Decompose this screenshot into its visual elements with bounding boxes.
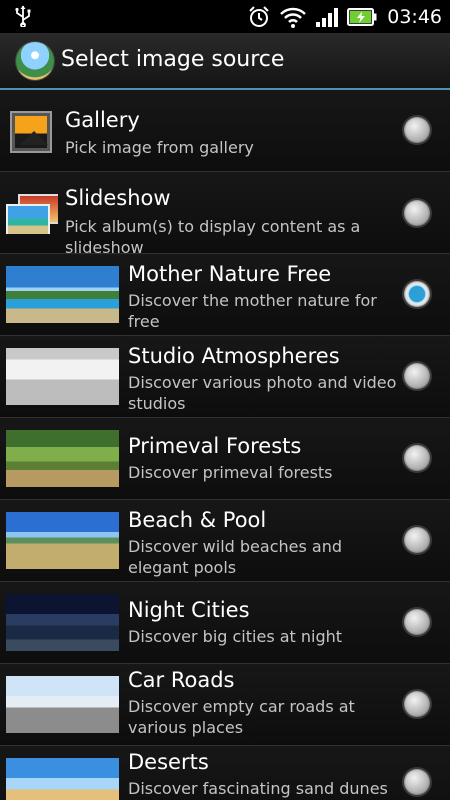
source-description: Discover fascinating sand dunes	[128, 779, 388, 798]
wifi-icon	[280, 7, 307, 28]
radio-button[interactable]	[404, 445, 430, 471]
source-title: Mother Nature Free	[128, 262, 332, 286]
source-description: Discover big cities at night	[128, 627, 343, 646]
forest-thumbnail	[6, 430, 119, 487]
usb-icon	[15, 5, 31, 27]
mother-nature-thumbnail	[6, 266, 119, 323]
signal-icon	[316, 7, 339, 27]
source-item-gallery[interactable]: Gallery Pick image from gallery	[0, 90, 450, 172]
dialog-title: Select image source	[61, 47, 285, 72]
gallery-icon	[10, 111, 52, 153]
source-description: Discover various photo and video studios	[128, 373, 397, 413]
source-item-slideshow[interactable]: Slideshow Pick album(s) to display conte…	[0, 172, 450, 257]
studio-thumbnail	[6, 348, 119, 405]
source-description: Pick album(s) to display content as a sl…	[65, 217, 361, 257]
title-bar: Select image source	[0, 33, 450, 90]
slideshow-icon	[6, 194, 58, 234]
source-description: Discover the mother nature for free	[128, 291, 377, 331]
source-title: Slideshow	[65, 186, 171, 210]
radio-button[interactable]	[404, 691, 430, 717]
source-description: Discover empty car roads at various plac…	[128, 697, 355, 737]
source-item-deserts[interactable]: Deserts Discover fascinating sand dunes	[0, 746, 450, 800]
source-description: Discover primeval forests	[128, 463, 333, 482]
source-item-beach-pool[interactable]: Beach & Pool Discover wild beaches and e…	[0, 500, 450, 582]
source-item-studio-atmospheres[interactable]: Studio Atmospheres Discover various phot…	[0, 336, 450, 418]
radio-button[interactable]	[404, 117, 430, 143]
night-city-thumbnail	[6, 594, 119, 651]
source-title: Night Cities	[128, 598, 250, 622]
radio-button[interactable]	[404, 200, 430, 226]
radio-button[interactable]	[404, 363, 430, 389]
radio-button[interactable]	[404, 769, 430, 795]
car-road-thumbnail	[6, 676, 119, 733]
app-globe-icon	[16, 42, 54, 80]
radio-button-selected[interactable]	[404, 281, 430, 307]
beach-thumbnail	[6, 512, 119, 569]
source-title: Studio Atmospheres	[128, 344, 340, 368]
desert-thumbnail	[6, 758, 119, 800]
source-description: Pick image from gallery	[65, 138, 254, 157]
source-item-primeval-forests[interactable]: Primeval Forests Discover primeval fores…	[0, 418, 450, 500]
image-source-list: Gallery Pick image from gallery Slidesho…	[0, 90, 450, 800]
source-title: Deserts	[128, 750, 209, 774]
source-title: Primeval Forests	[128, 434, 302, 458]
battery-charging-icon	[347, 7, 377, 26]
source-item-night-cities[interactable]: Night Cities Discover big cities at nigh…	[0, 582, 450, 664]
alarm-icon	[249, 5, 269, 27]
status-bar: 03:46	[0, 0, 450, 33]
radio-button[interactable]	[404, 609, 430, 635]
source-description: Discover wild beaches and elegant pools	[128, 537, 342, 577]
source-item-mother-nature-free[interactable]: Mother Nature Free Discover the mother n…	[0, 254, 450, 336]
radio-button[interactable]	[404, 527, 430, 553]
clock: 03:46	[387, 5, 442, 28]
source-title: Gallery	[65, 108, 140, 132]
source-title: Beach & Pool	[128, 508, 267, 532]
source-title: Car Roads	[128, 668, 235, 692]
source-item-car-roads[interactable]: Car Roads Discover empty car roads at va…	[0, 664, 450, 746]
